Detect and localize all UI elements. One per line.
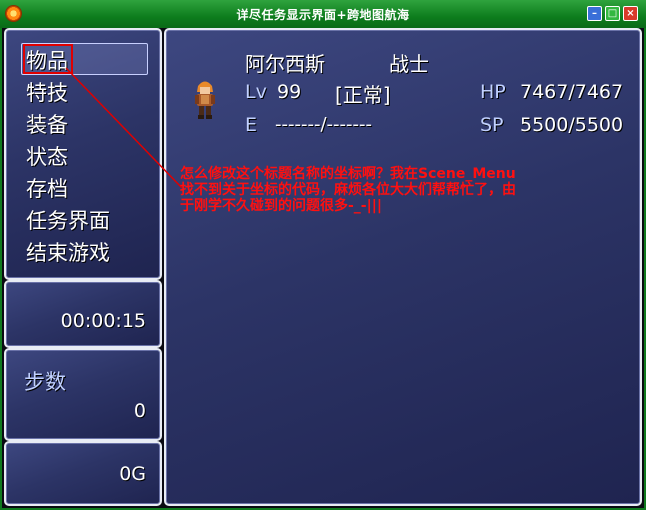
level-value: 99 [277, 81, 302, 103]
sp-label: SP [480, 114, 504, 136]
gold-value: 0G [119, 463, 146, 485]
exp-value: -------/------- [275, 114, 372, 135]
menu-item-items[interactable]: 物品 [26, 45, 68, 75]
title-bar[interactable]: 详尽任务显示界面+跨地图航海 – □ × [0, 0, 646, 28]
menu-item-end-game[interactable]: 结束游戏 [26, 237, 110, 267]
party-status-window: 阿尔西斯 战士 Lv 99 [正常] E -------/------- HP … [164, 28, 642, 506]
menu-item-save[interactable]: 存档 [26, 173, 68, 203]
steps-label: 步数 [24, 370, 66, 394]
actor-class: 战士 [389, 52, 429, 76]
level-label: Lv [245, 81, 267, 103]
playtime-window: 00:00:15 [4, 280, 162, 348]
menu-item-equip[interactable]: 装备 [26, 109, 68, 139]
maximize-button[interactable]: □ [605, 6, 620, 21]
steps-value: 0 [133, 400, 146, 422]
window-title: 详尽任务显示界面+跨地图航海 [236, 8, 410, 22]
game-screen: 物品 特技 装备 状态 存档 任务界面 结束游戏 00:00:15 步数 0 0… [2, 28, 644, 508]
actor-state: [正常] [335, 83, 391, 107]
exp-label: E [245, 114, 258, 136]
steps-window: 步数 0 [4, 348, 162, 441]
hp-label: HP [480, 81, 506, 103]
hero-sprite [195, 81, 215, 119]
gold-window: 0G [4, 441, 162, 506]
hp-value: 7467/7467 [520, 81, 624, 103]
actor-name: 阿尔西斯 [245, 52, 325, 76]
menu-item-status[interactable]: 状态 [26, 141, 68, 171]
sp-value: 5500/5500 [520, 114, 624, 136]
annotation-text: 怎么修改这个标题名称的坐标啊？我在Scene_Menu找不到关于坐标的代码，麻烦… [180, 166, 516, 214]
menu-item-quests[interactable]: 任务界面 [26, 205, 110, 235]
playtime-value: 00:00:15 [60, 310, 146, 332]
close-button[interactable]: × [623, 6, 638, 21]
command-menu-window: 物品 特技 装备 状态 存档 任务界面 结束游戏 [4, 28, 162, 280]
menu-item-skills[interactable]: 特技 [26, 77, 68, 107]
minimize-button[interactable]: – [587, 6, 602, 21]
